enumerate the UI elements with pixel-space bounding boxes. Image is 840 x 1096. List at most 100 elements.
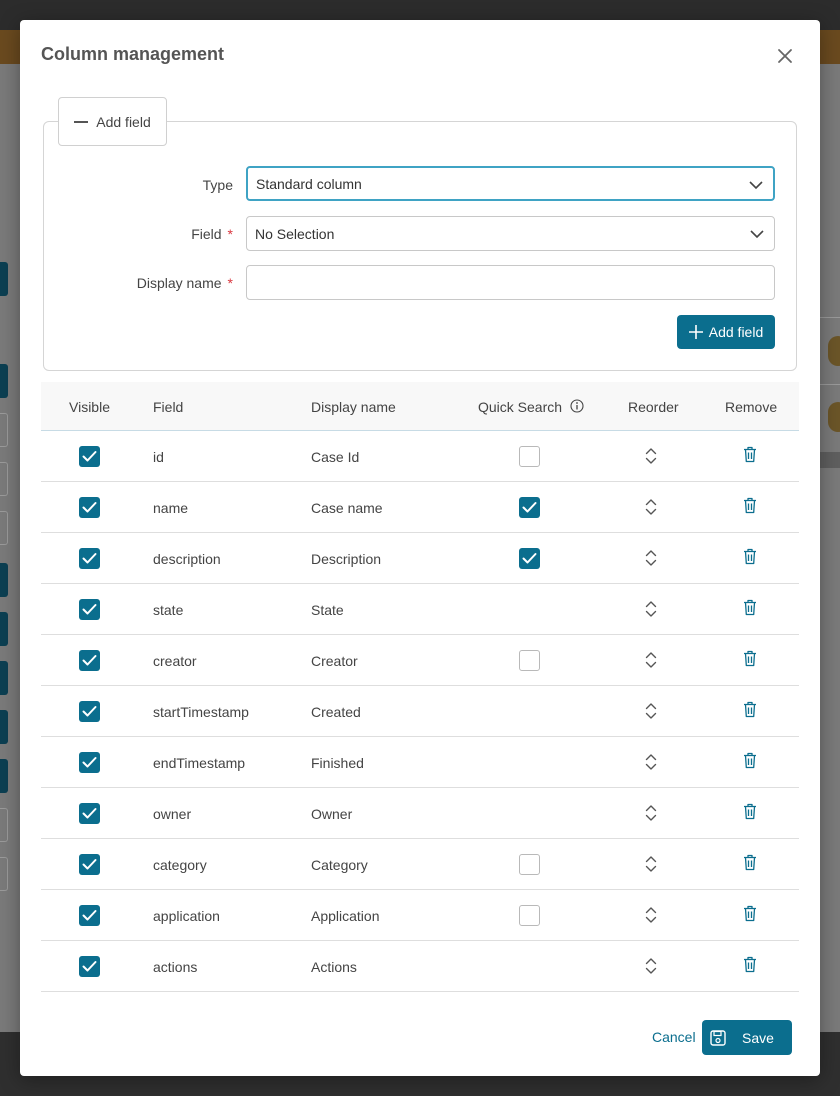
check-icon <box>82 910 97 921</box>
visible-checkbox[interactable] <box>79 497 100 518</box>
display-name-cell: Case Id <box>311 449 360 465</box>
save-button-label: Save <box>742 1029 774 1046</box>
visible-checkbox[interactable] <box>79 446 100 467</box>
sort-arrows-icon[interactable] <box>644 651 658 669</box>
cancel-button[interactable]: Cancel <box>652 1029 696 1045</box>
field-cell: startTimestamp <box>153 704 249 720</box>
type-select-value: Standard column <box>256 175 362 192</box>
sort-arrows-icon[interactable] <box>644 855 658 873</box>
trash-icon[interactable] <box>743 956 757 973</box>
backdrop-band <box>820 452 840 468</box>
field-cell: description <box>153 551 221 567</box>
add-field-button-label: Add field <box>708 324 764 340</box>
column-management-dialog: Column management Add field Type Standar… <box>20 20 820 1076</box>
backdrop-button <box>0 563 8 597</box>
field-cell: state <box>153 602 184 618</box>
visible-checkbox[interactable] <box>79 548 100 569</box>
sort-arrows-icon[interactable] <box>644 600 658 618</box>
field-cell: endTimestamp <box>153 755 246 771</box>
table-row: endTimestamp Finished <box>41 737 799 788</box>
trash-icon[interactable] <box>743 803 757 820</box>
display-name-input[interactable] <box>246 265 775 300</box>
quick-search-checkbox[interactable] <box>519 497 540 518</box>
check-icon <box>82 808 97 819</box>
check-icon <box>82 706 97 717</box>
display-name-label: Display name * <box>136 275 233 291</box>
field-select-value: No Selection <box>255 225 335 242</box>
backdrop-input <box>0 462 8 496</box>
dialog-title: Column management <box>41 44 225 64</box>
backdrop-avatar <box>828 402 840 432</box>
backdrop-input <box>0 808 8 842</box>
backdrop-button <box>0 710 8 744</box>
visible-checkbox[interactable] <box>79 650 100 671</box>
header-remove: Remove <box>725 399 778 415</box>
trash-icon[interactable] <box>743 752 757 769</box>
quick-search-checkbox[interactable] <box>519 446 540 467</box>
backdrop-button <box>0 661 8 695</box>
header-quick-search: Quick Search <box>478 399 584 415</box>
sort-arrows-icon[interactable] <box>644 447 658 465</box>
header-field: Field <box>153 399 184 415</box>
trash-icon[interactable] <box>743 548 757 565</box>
table-row: actions Actions <box>41 941 799 992</box>
sort-arrows-icon[interactable] <box>644 549 658 567</box>
trash-icon[interactable] <box>743 599 757 616</box>
columns-table-header: Visible Field Display name Quick Search … <box>41 382 799 431</box>
sort-arrows-icon[interactable] <box>644 804 658 822</box>
sort-arrows-icon[interactable] <box>644 957 658 975</box>
quick-search-checkbox[interactable] <box>519 548 540 569</box>
field-cell: category <box>153 857 207 873</box>
backdrop-input <box>0 413 8 447</box>
collapse-button-label: Add field <box>96 113 151 130</box>
header-visible: Visible <box>69 399 110 415</box>
field-select[interactable]: No Selection <box>246 216 775 251</box>
backdrop-button <box>0 364 8 398</box>
backdrop-divider <box>820 384 840 385</box>
visible-checkbox[interactable] <box>79 956 100 977</box>
visible-checkbox[interactable] <box>79 905 100 926</box>
visible-checkbox[interactable] <box>79 701 100 722</box>
add-field-button[interactable]: Add field <box>677 315 775 349</box>
plus-icon <box>688 325 703 339</box>
visible-checkbox[interactable] <box>79 599 100 620</box>
quick-search-checkbox[interactable] <box>519 905 540 926</box>
table-row: startTimestamp Created <box>41 686 799 737</box>
trash-icon[interactable] <box>743 701 757 718</box>
minus-icon <box>74 120 89 123</box>
close-icon[interactable] <box>775 46 795 66</box>
required-marker: * <box>227 226 233 242</box>
save-button[interactable]: Save <box>702 1020 792 1055</box>
sort-arrows-icon[interactable] <box>644 906 658 924</box>
field-cell: name <box>153 500 189 516</box>
display-name-cell: Application <box>311 908 380 924</box>
sort-arrows-icon[interactable] <box>644 498 658 516</box>
info-icon[interactable] <box>570 399 584 413</box>
visible-checkbox[interactable] <box>79 803 100 824</box>
field-cell: actions <box>153 959 198 975</box>
trash-icon[interactable] <box>743 905 757 922</box>
trash-icon[interactable] <box>743 650 757 667</box>
trash-icon[interactable] <box>743 497 757 514</box>
display-name-cell: Description <box>311 551 382 567</box>
sort-arrows-icon[interactable] <box>644 753 658 771</box>
header-reorder: Reorder <box>628 399 679 415</box>
quick-search-checkbox[interactable] <box>519 854 540 875</box>
trash-icon[interactable] <box>743 446 757 463</box>
required-marker: * <box>227 275 233 291</box>
type-select[interactable]: Standard column <box>246 166 775 201</box>
visible-checkbox[interactable] <box>79 752 100 773</box>
table-row: application Application <box>41 890 799 941</box>
chevron-down-icon <box>749 181 763 190</box>
quick-search-checkbox[interactable] <box>519 650 540 671</box>
check-icon <box>82 553 97 564</box>
field-cell: owner <box>153 806 192 822</box>
trash-icon[interactable] <box>743 854 757 871</box>
display-name-cell: State <box>311 602 344 618</box>
type-label: Type <box>202 177 233 193</box>
visible-checkbox[interactable] <box>79 854 100 875</box>
collapse-add-field-button[interactable]: Add field <box>58 97 167 146</box>
sort-arrows-icon[interactable] <box>644 702 658 720</box>
check-icon <box>522 502 537 513</box>
table-row: description Description <box>41 533 799 584</box>
